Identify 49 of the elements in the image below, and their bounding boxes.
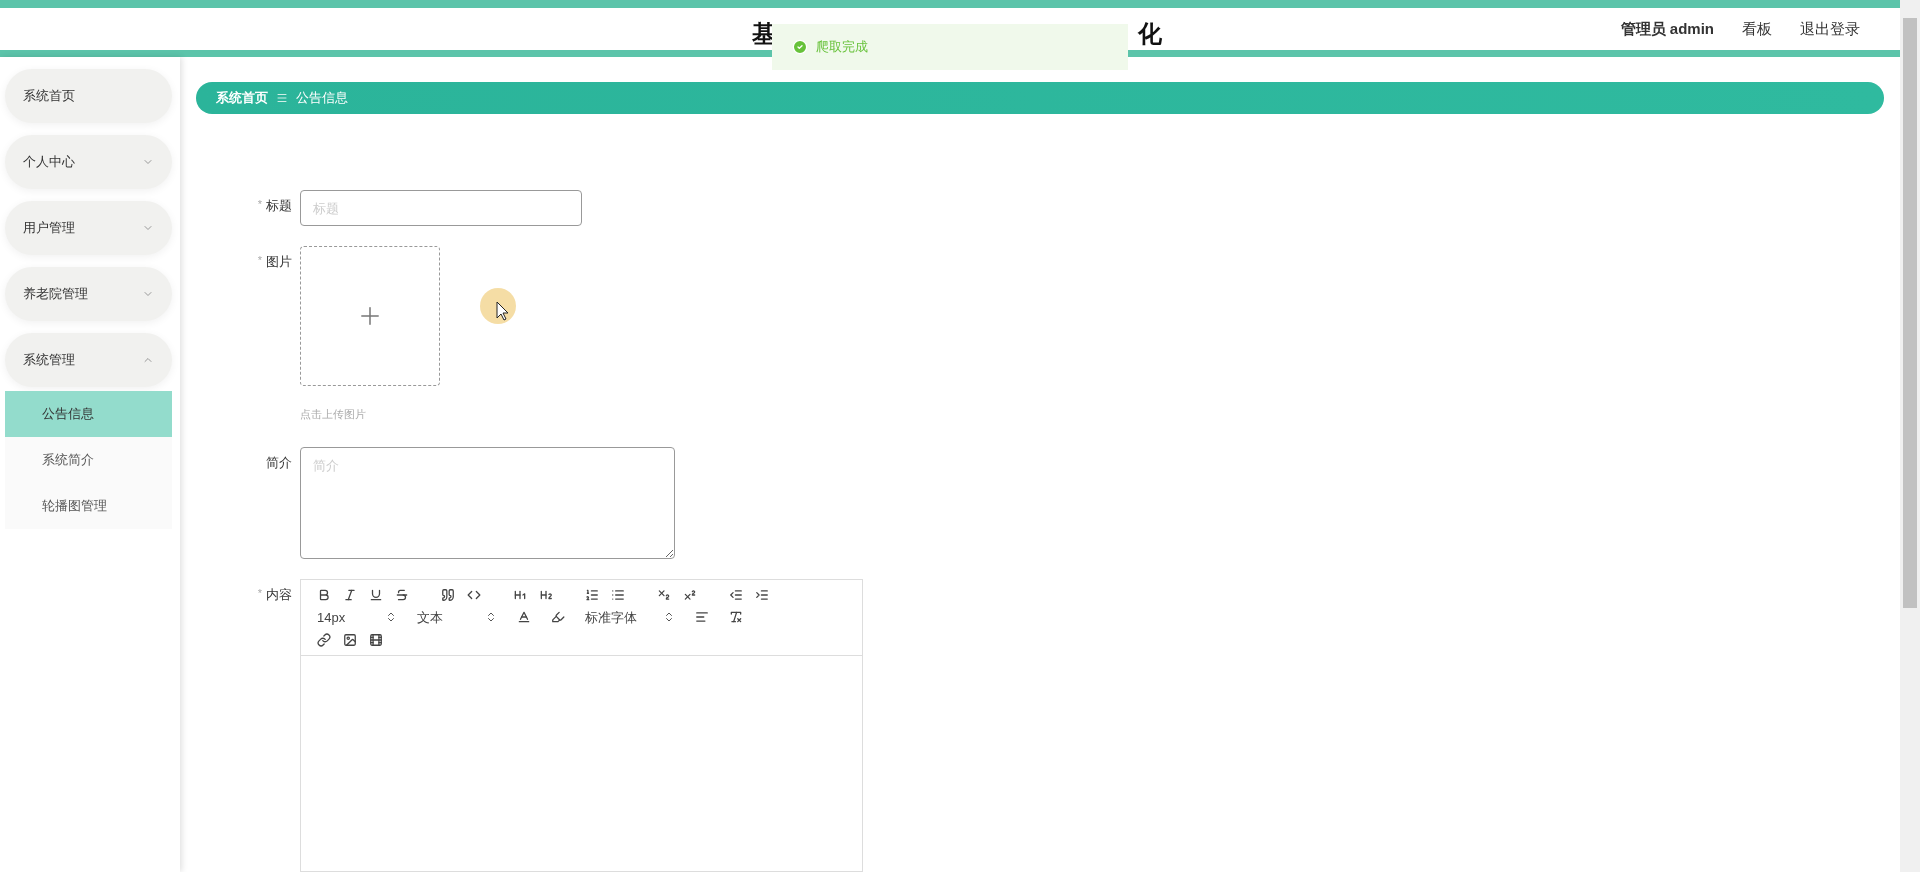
separator-icon xyxy=(276,92,288,104)
submenu-item[interactable]: 系统简介 xyxy=(5,437,172,483)
field-label: 简介 xyxy=(266,453,292,472)
font-color-icon[interactable] xyxy=(517,610,531,625)
bullet-list-icon[interactable] xyxy=(611,587,625,602)
updown-icon xyxy=(485,611,497,624)
submenu-item[interactable]: 轮播图管理 xyxy=(5,483,172,529)
required-mark: * xyxy=(257,253,262,268)
breadcrumb-current: 公告信息 xyxy=(296,89,348,108)
editor-select[interactable]: 标准字体 xyxy=(585,607,675,627)
scrollbar[interactable] xyxy=(1900,0,1920,872)
field-label: 标题 xyxy=(266,197,292,215)
underline-icon[interactable] xyxy=(369,587,383,602)
updown-icon xyxy=(385,611,397,624)
sidebar-item[interactable]: 养老院管理 xyxy=(5,267,172,321)
toast-message: 爬取完成 xyxy=(816,38,868,57)
editor-select[interactable]: 14px xyxy=(317,607,397,627)
sidebar-item[interactable]: 个人中心 xyxy=(5,135,172,189)
outdent-icon[interactable] xyxy=(729,587,743,602)
header-link[interactable]: 退出登录 xyxy=(1800,17,1860,41)
clear-format-icon[interactable] xyxy=(729,610,743,625)
link-icon[interactable] xyxy=(317,633,331,647)
video-icon[interactable] xyxy=(369,633,383,647)
bold-icon[interactable] xyxy=(317,587,331,602)
editor-select[interactable]: 文本 xyxy=(417,607,497,627)
upload-hint: 点击上传图片 xyxy=(300,407,367,422)
sidebar-item[interactable]: 用户管理 xyxy=(5,201,172,255)
sidebar-item[interactable]: 系统管理 xyxy=(5,333,172,387)
success-icon xyxy=(792,39,808,55)
indent-icon[interactable] xyxy=(755,587,769,602)
sidebar-item[interactable]: 系统首页 xyxy=(5,69,172,123)
ordered-list-icon[interactable] xyxy=(585,587,599,602)
strikethrough-icon[interactable] xyxy=(395,587,409,602)
subscript-icon[interactable] xyxy=(657,587,671,602)
field-label: 内容 xyxy=(266,585,292,604)
image-icon[interactable] xyxy=(343,633,357,647)
submenu-item[interactable]: 公告信息 xyxy=(5,391,172,437)
updown-icon xyxy=(663,611,675,624)
superscript-icon[interactable] xyxy=(683,587,697,602)
user-label: 管理员 admin xyxy=(1620,18,1714,39)
required-mark: * xyxy=(257,585,262,601)
required-mark: * xyxy=(257,197,262,212)
header-link[interactable]: 看板 xyxy=(1742,17,1772,41)
highlighter-icon[interactable] xyxy=(551,610,565,625)
quote-icon[interactable] xyxy=(441,587,455,602)
italic-icon[interactable] xyxy=(343,587,357,602)
site-title: 化 xyxy=(1138,19,1162,49)
field-label: 图片 xyxy=(266,253,292,271)
align-left-icon[interactable] xyxy=(695,610,709,625)
